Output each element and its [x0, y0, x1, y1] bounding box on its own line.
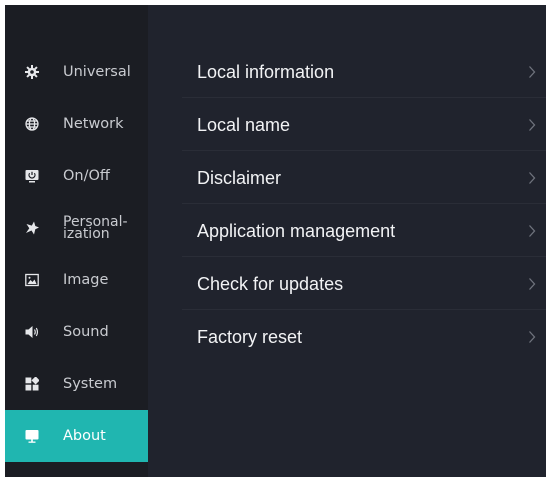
monitor-icon	[25, 429, 39, 443]
factory-reset-item[interactable]: Factory reset	[182, 310, 546, 363]
gear-icon	[25, 65, 39, 79]
sidebar-item-label: About	[63, 428, 106, 444]
menu-item-label: Local information	[197, 62, 335, 82]
disclaimer-item[interactable]: Disclaimer	[182, 151, 546, 204]
sidebar-item-label: Sound	[63, 324, 109, 340]
sidebar: Universal Network On/Off Personal- izati…	[5, 5, 148, 477]
about-menu: Local information Local name Disclaimer …	[182, 45, 546, 363]
sidebar-item-label: Network	[63, 116, 124, 132]
local-information-item[interactable]: Local information	[182, 45, 546, 98]
sidebar-item-label: Personal- ization	[63, 214, 128, 242]
globe-icon	[25, 117, 39, 131]
application-management-item[interactable]: Application management	[182, 204, 546, 257]
sidebar-item-sound[interactable]: Sound	[5, 306, 148, 358]
menu-item-label: Local name	[197, 115, 291, 135]
chevron-right-icon	[528, 330, 536, 344]
local-name-item[interactable]: Local name	[182, 98, 546, 151]
sidebar-item-network[interactable]: Network	[5, 98, 148, 150]
menu-item-label: Application management	[197, 221, 396, 241]
menu-item-label: Check for updates	[197, 274, 344, 294]
system-icon	[25, 377, 39, 391]
menu-item-label: Factory reset	[197, 327, 303, 347]
sidebar-item-on-off[interactable]: On/Off	[5, 150, 148, 202]
image-icon	[25, 273, 39, 287]
sidebar-item-label: Universal	[63, 64, 131, 80]
sidebar-item-label: System	[63, 376, 118, 392]
check-for-updates-item[interactable]: Check for updates	[182, 257, 546, 310]
chevron-right-icon	[528, 118, 536, 132]
chevron-right-icon	[528, 65, 536, 79]
star-icon	[25, 221, 39, 235]
sidebar-item-label: Image	[63, 272, 109, 288]
sidebar-item-system[interactable]: System	[5, 358, 148, 410]
speaker-icon	[25, 325, 39, 339]
sidebar-item-label: On/Off	[63, 168, 110, 184]
chevron-right-icon	[528, 277, 536, 291]
sidebar-item-image[interactable]: Image	[5, 254, 148, 306]
sidebar-item-about[interactable]: About	[5, 410, 148, 462]
power-icon	[25, 169, 39, 183]
settings-window: Universal Network On/Off Personal- izati…	[5, 5, 546, 477]
menu-item-label: Disclaimer	[197, 168, 282, 188]
chevron-right-icon	[528, 171, 536, 185]
chevron-right-icon	[528, 224, 536, 238]
sidebar-item-universal[interactable]: Universal	[5, 46, 148, 98]
sidebar-item-personalization[interactable]: Personal- ization	[5, 202, 148, 254]
